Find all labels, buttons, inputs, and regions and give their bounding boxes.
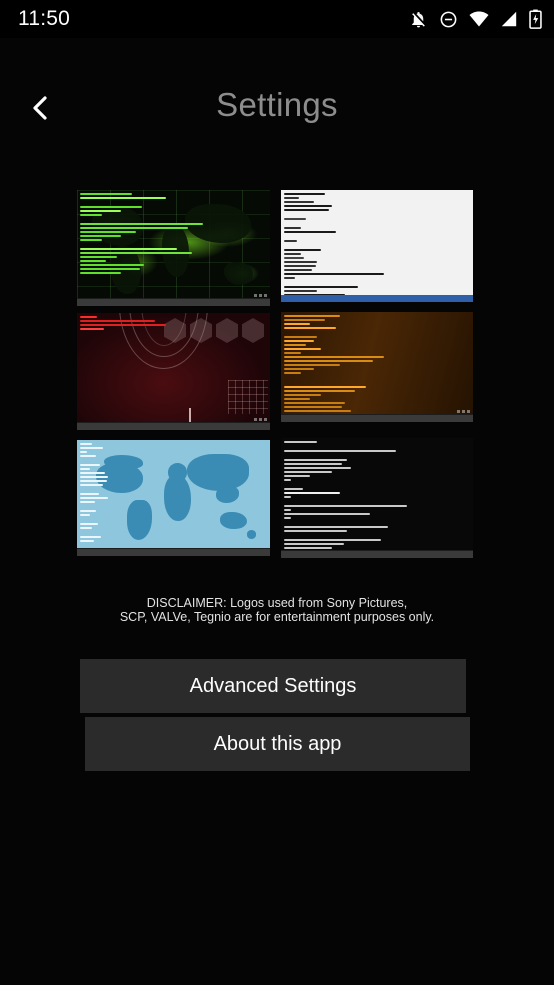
theme-preview-white-code [281,190,473,302]
thumbnail-taskbar [281,295,473,302]
theme-thumbnail-grid [77,190,473,558]
theme-preview-red-hud [77,313,270,430]
theme-preview-green-matrix [77,190,270,306]
about-this-app-button[interactable]: About this app [85,717,470,771]
theme-thumbnail-red-hud[interactable] [77,313,270,430]
settings-screen: 11:50 Settings DISCLAIMER: Logos used fr… [0,0,554,985]
thumbnail-taskbar-icons [254,418,267,421]
disclaimer-text: DISCLAIMER: Logos used from Sony Picture… [0,596,554,624]
status-bar-icons [409,9,542,29]
grid-overlay [228,380,268,414]
theme-preview-black-code [281,438,473,558]
code-overlay [77,440,123,556]
advanced-settings-button[interactable]: Advanced Settings [80,659,466,713]
theme-preview-blue-map [77,440,270,556]
cellular-signal-icon [500,10,518,28]
status-bar: 11:50 [0,0,554,38]
theme-thumbnail-blue-map[interactable] [77,440,270,556]
thumbnail-taskbar-icons [254,294,267,297]
thumbnail-taskbar [77,422,270,430]
thumbnail-taskbar [281,550,473,558]
code-overlay [284,441,470,558]
battery-charging-icon [529,9,542,29]
page-title: Settings [216,86,338,123]
bell-off-icon [409,10,428,29]
disclaimer-line-2: SCP, VALVe, Tegnio are for entertainment… [119,609,435,624]
theme-thumbnail-amber-code[interactable] [281,312,473,422]
thumbnail-taskbar [281,414,473,422]
thumbnail-taskbar [77,548,270,556]
status-bar-clock: 11:50 [18,7,70,30]
wifi-icon [469,10,489,28]
code-overlay [284,315,470,422]
code-overlay [80,193,267,276]
do-not-disturb-icon [439,10,458,29]
theme-thumbnail-black-code[interactable] [281,438,473,558]
thumbnail-taskbar-icons [457,410,470,413]
theme-thumbnail-green-matrix[interactable] [77,190,270,306]
disclaimer-line-1: DISCLAIMER: Logos used from Sony Picture… [146,596,408,610]
thumbnail-taskbar [77,298,270,306]
theme-thumbnail-white-code[interactable] [281,190,473,302]
theme-preview-amber-code [281,312,473,422]
code-overlay [80,316,267,332]
title-bar: Settings [0,38,554,132]
code-overlay [284,193,470,302]
